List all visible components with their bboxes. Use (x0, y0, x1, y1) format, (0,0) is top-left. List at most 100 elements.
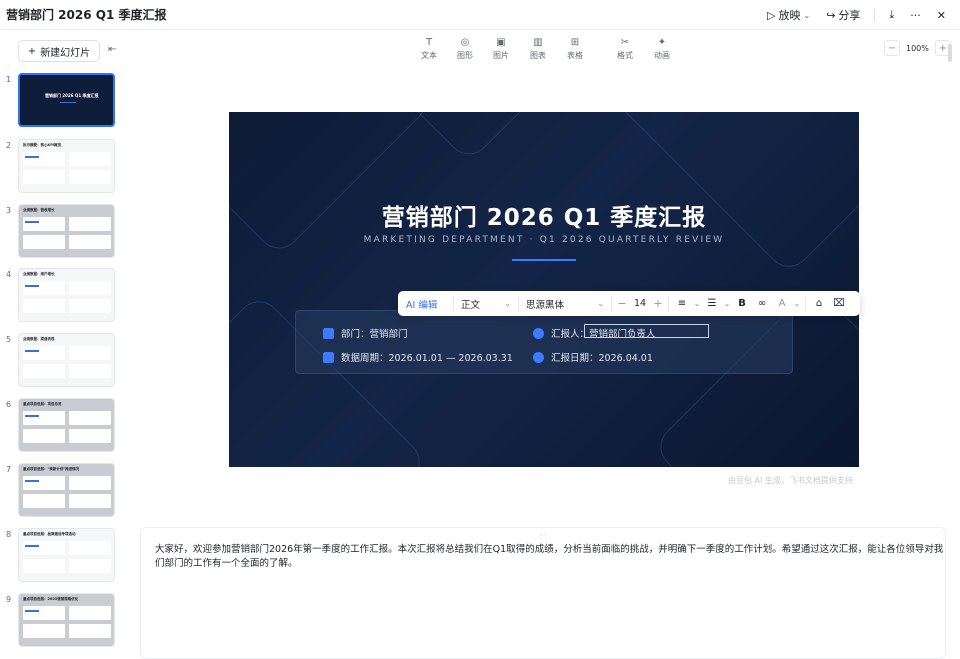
link-icon[interactable]: ∞ (752, 298, 772, 309)
period-text: 数据周期：2026.01.01 — 2026.03.31 (341, 353, 513, 364)
preview-card (69, 281, 111, 295)
zoom-value[interactable]: 100% (906, 44, 929, 53)
collapse-panel-icon[interactable]: ⇤ (108, 44, 116, 55)
slide-preview[interactable]: 营销部门 2026 Q1 季度汇报 (18, 73, 115, 127)
slide-preview-title: 执行摘要：核心KPI概览 (23, 143, 62, 147)
slide-thumbnail-9[interactable]: 9 重点项目进展：2025营销策略优化 (0, 593, 126, 651)
slide-preview[interactable]: 重点项目进展："焕新计划"推进情况 (18, 463, 115, 517)
divider (874, 8, 876, 22)
info-card[interactable] (295, 310, 793, 374)
share-button[interactable]: ↪ 分享 (820, 5, 866, 25)
share-icon: ↪ (826, 8, 836, 22)
preview-card (69, 606, 111, 620)
preview-card (69, 152, 111, 166)
font-size-increase-button[interactable]: + (651, 297, 665, 310)
toolbar-animation-button[interactable]: ✦ 动画 (646, 37, 678, 61)
slide-number: 8 (6, 530, 12, 539)
close-button[interactable]: ✕ (931, 7, 952, 24)
text-format-toolbar: AI 编辑 正文 ⌄ 思源黑体 ⌄ − 14 + ≡ ⌄ ☰ ⌄ B ∞ A ⌄… (398, 291, 860, 316)
preview-card (69, 170, 111, 184)
date-info[interactable]: 汇报日期：2026.04.01 (533, 350, 653, 364)
slide-preview[interactable]: 业绩数据：用户增长 (18, 268, 115, 322)
slide-thumbnail-6[interactable]: 6 重点项目进展：项目总览 (0, 398, 126, 456)
clear-format-icon[interactable]: ⌧ (829, 298, 849, 309)
download-button[interactable]: ⤓ (883, 6, 900, 24)
scrollbar[interactable] (948, 44, 952, 62)
font-family-select[interactable]: 思源黑体 ⌄ (522, 297, 608, 311)
chevron-down-icon[interactable]: ⌄ (692, 299, 702, 308)
slide-thumbnail-panel: + 新建幻灯片 ⇤ 1 营销部门 2026 Q1 季度汇报 2 执行摘要：核心KPI概… (0, 31, 126, 659)
present-label: 放映 (778, 9, 801, 22)
slide-thumbnail-8[interactable]: 8 重点项目进展：品牌建设专项活动 (0, 528, 126, 586)
more-button[interactable]: ··· (904, 7, 927, 24)
toolbar-chart-button[interactable]: ▥ 图表 (522, 37, 554, 61)
notes-text[interactable]: 大家好，欢迎参加营销部门2026年第一季度的工作汇报。本次汇报将总结我们在Q1取… (155, 543, 945, 571)
top-bar: 营销部门 2026 Q1 季度汇报 ▷ 放映 ⌄ ↪ 分享 ⤓ ··· ✕ (0, 0, 960, 30)
divider (805, 296, 806, 311)
preview-card (23, 429, 65, 443)
toolbar-format-button[interactable]: ✂ 格式 (609, 37, 641, 61)
slide-canvas[interactable]: 营销部门 2026 Q1 季度汇报 MARKETING DEPARTMENT ·… (229, 112, 859, 467)
slide-subtitle[interactable]: MARKETING DEPARTMENT · Q1 2026 QUARTERLY… (229, 235, 859, 245)
preview-card (69, 364, 111, 378)
slide-thumbnail-4[interactable]: 4 业绩数据：用户增长 (0, 268, 126, 326)
divider (453, 296, 454, 311)
slide-title[interactable]: 营销部门 2026 Q1 季度汇报 (229, 198, 859, 232)
text-selection-box[interactable] (584, 324, 709, 338)
period-info[interactable]: 数据周期：2026.01.01 — 2026.03.31 (323, 350, 513, 364)
list-icon[interactable]: ☰ (702, 298, 722, 309)
slide-preview-title: 重点项目进展：品牌建设专项活动 (23, 532, 76, 536)
slide-preview[interactable]: 业绩数据：渠道表现 (18, 333, 115, 387)
paragraph-style-value: 正文 (461, 299, 481, 311)
slide-preview[interactable]: 业绩数据：营收增长 (18, 204, 115, 258)
slide-thumbnail-3[interactable]: 3 业绩数据：营收增长 (0, 204, 126, 262)
toolbar-shape-button[interactable]: ◎ 图形 (449, 37, 481, 61)
font-color-icon[interactable]: A (772, 298, 792, 309)
document-title[interactable]: 营销部门 2026 Q1 季度汇报 (6, 6, 166, 23)
slide-preview[interactable]: 执行摘要：核心KPI概览 (18, 139, 115, 193)
toolbar-image-button[interactable]: ▣ 图片 (485, 37, 517, 61)
slide-thumbnail-5[interactable]: 5 业绩数据：渠道表现 (0, 333, 126, 391)
toolbar-label: 图表 (530, 51, 546, 60)
chevron-down-icon[interactable]: ⌄ (722, 299, 732, 308)
resize-handle-icon[interactable]: ⋯ (539, 531, 546, 539)
slide-preview[interactable]: 重点项目进展：2025营销策略优化 (18, 593, 115, 647)
speaker-notes[interactable]: ⋯ 大家好，欢迎参加营销部门2026年第一季度的工作汇报。本次汇报将总结我们在Q… (140, 527, 946, 659)
format-painter-icon[interactable]: ⌂ (809, 298, 829, 309)
accent-line (512, 259, 576, 261)
slide-thumbnail-2[interactable]: 2 执行摘要：核心KPI概览 (0, 139, 126, 197)
align-icon[interactable]: ≡ (672, 298, 692, 309)
preview-card (69, 494, 111, 508)
bold-button[interactable]: B (732, 298, 752, 309)
new-slide-button[interactable]: + 新建幻灯片 (18, 40, 100, 62)
toolbar-label: 表格 (567, 51, 583, 60)
preview-accent (25, 610, 39, 612)
present-button[interactable]: ▷ 放映 ⌄ (761, 5, 816, 25)
slide-preview-title: 业绩数据：用户增长 (23, 272, 55, 276)
preview-card (23, 170, 65, 184)
department-info[interactable]: 部门：营销部门 (323, 326, 408, 340)
preview-card (69, 541, 111, 555)
zoom-out-button[interactable]: − (884, 40, 900, 56)
paragraph-style-select[interactable]: 正文 ⌄ (457, 297, 515, 311)
person-badge-icon (323, 327, 334, 339)
slide-number: 6 (6, 400, 12, 409)
slide-thumbnail-7[interactable]: 7 重点项目进展："焕新计划"推进情况 (0, 463, 126, 521)
slide-preview[interactable]: 重点项目进展：品牌建设专项活动 (18, 528, 115, 582)
chevron-down-icon: ⌄ (504, 299, 511, 308)
chevron-down-icon[interactable]: ⌄ (792, 299, 802, 308)
preview-card (69, 217, 111, 231)
insert-toolbar: T 文本 ◎ 图形 ▣ 图片 ▥ 图表 ⊞ 表格 ✂ 格式 ✦ 动画 (126, 31, 960, 69)
slide-thumbnail-1[interactable]: 1 营销部门 2026 Q1 季度汇报 (0, 73, 126, 131)
slide-number: 5 (6, 335, 12, 344)
toolbar-text-button[interactable]: T 文本 (413, 37, 445, 61)
slide-preview[interactable]: 重点项目进展：项目总览 (18, 398, 115, 452)
ai-edit-button[interactable]: AI 编辑 (406, 297, 450, 311)
preview-card (69, 559, 111, 573)
toolbar-table-button[interactable]: ⊞ 表格 (559, 37, 591, 61)
preview-accent (25, 415, 39, 417)
font-size-input[interactable]: 14 (629, 298, 651, 309)
slide-number: 7 (6, 465, 12, 474)
preview-card (23, 559, 65, 573)
font-size-decrease-button[interactable]: − (615, 297, 629, 310)
